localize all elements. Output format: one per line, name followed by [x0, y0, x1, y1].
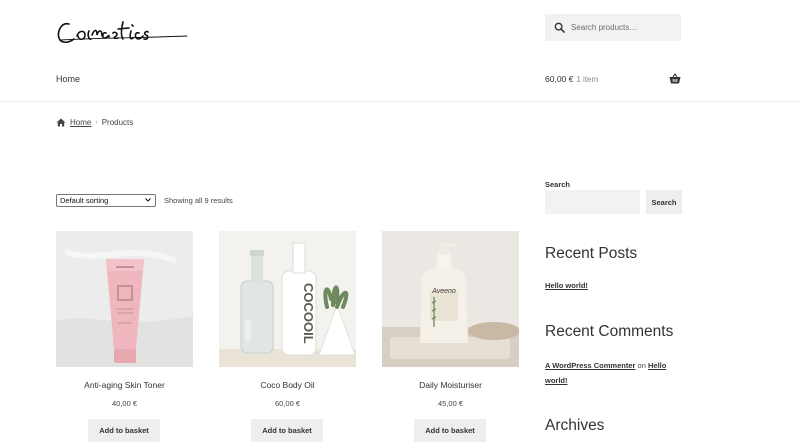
- product-image-moisturiser[interactable]: Aveeno: [382, 231, 520, 367]
- home-icon: [56, 118, 66, 127]
- search-icon: [554, 22, 565, 33]
- product-card: Aveeno Daily Moisturiser 45,00 € Add to …: [382, 231, 520, 442]
- product-card: Anti-aging Skin Toner 40,00 € Add to bas…: [56, 231, 193, 442]
- breadcrumb-separator-icon: ›: [95, 119, 98, 126]
- breadcrumb-current: Products: [101, 118, 134, 127]
- sort-selected-value: Default sorting: [60, 196, 109, 205]
- archives-heading: Archives: [545, 417, 605, 434]
- add-to-basket-button[interactable]: Add to basket: [88, 419, 160, 442]
- product-name[interactable]: Anti-aging Skin Toner: [56, 380, 193, 390]
- sidebar-search-input[interactable]: [545, 190, 640, 214]
- results-count: Showing all 9 results: [164, 196, 233, 205]
- comment-on-text: on: [637, 361, 646, 370]
- breadcrumb: Home › Products: [56, 118, 133, 127]
- product-price: 45,00 €: [437, 399, 464, 408]
- sidebar-search-button[interactable]: Search: [646, 190, 682, 214]
- add-to-basket-button[interactable]: Add to basket: [414, 419, 486, 442]
- svg-text:Aveeno: Aveeno: [431, 288, 456, 295]
- breadcrumb-home-link[interactable]: Home: [70, 118, 91, 127]
- search-placeholder: Search products…: [571, 23, 638, 32]
- recent-comments-heading: Recent Comments: [545, 323, 674, 340]
- product-card: COCOOIL Coco Body Oil 60,00 € Add to bas…: [219, 231, 356, 442]
- comment-author-link[interactable]: A WordPress Commenter: [545, 361, 635, 370]
- svg-text:COCOOIL: COCOOIL: [301, 283, 316, 344]
- nav-home-link[interactable]: Home: [56, 74, 80, 84]
- product-image-body-oil[interactable]: COCOOIL: [219, 231, 356, 367]
- product-price: 40,00 €: [111, 399, 138, 408]
- cart-total: 60,00 €: [545, 74, 574, 84]
- sort-select[interactable]: Default sorting: [56, 194, 156, 207]
- cart-count: 1 item: [576, 75, 599, 84]
- sidebar-search-label: Search: [545, 180, 571, 189]
- header-divider: [0, 101, 800, 102]
- add-to-basket-button[interactable]: Add to basket: [251, 419, 323, 442]
- recent-posts-heading: Recent Posts: [545, 245, 638, 262]
- cart-summary[interactable]: 60,00 €1 item: [545, 74, 598, 84]
- recent-post-link[interactable]: Hello world!: [545, 281, 588, 290]
- product-price: 60,00 €: [274, 399, 301, 408]
- chevron-down-icon: [145, 198, 151, 202]
- recent-comment: A WordPress Commenter on Hello world!: [545, 358, 685, 388]
- product-image-toner[interactable]: [56, 231, 193, 367]
- site-logo[interactable]: [55, 14, 195, 48]
- product-search-input[interactable]: Search products…: [545, 14, 681, 41]
- product-name[interactable]: Coco Body Oil: [219, 380, 356, 390]
- basket-icon[interactable]: [669, 73, 681, 84]
- product-name[interactable]: Daily Moisturiser: [382, 380, 519, 390]
